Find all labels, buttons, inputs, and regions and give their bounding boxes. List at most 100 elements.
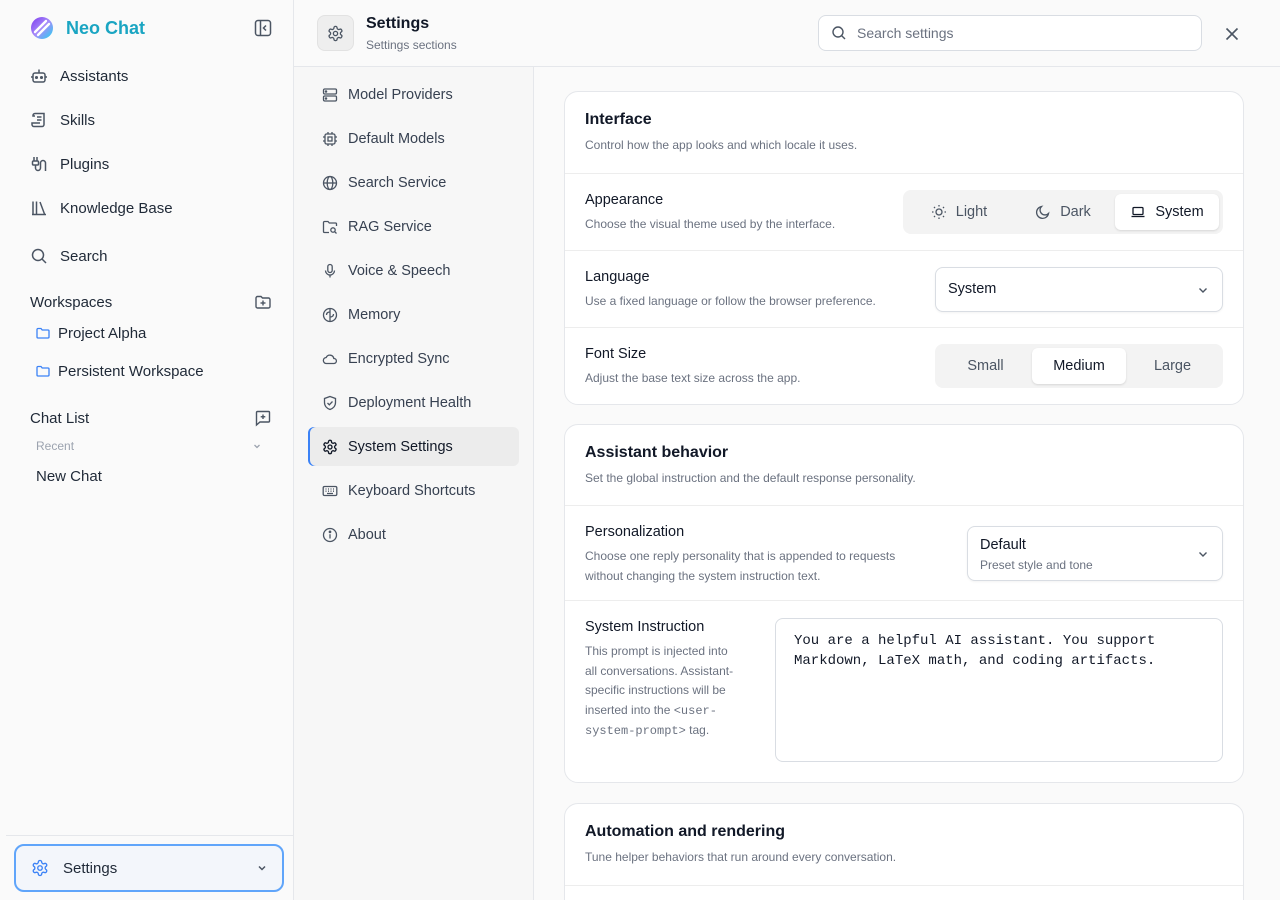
page-title: Settings (366, 15, 430, 32)
menu-item-label: Deployment Health (348, 394, 472, 411)
new-chat-button[interactable] (254, 409, 272, 427)
close-icon (1225, 27, 1239, 41)
settings-search-input[interactable] (857, 25, 1189, 41)
theme-segmented-control: Light Dark System (903, 190, 1223, 234)
chat-item[interactable]: New Chat (36, 468, 102, 485)
sidebar-item-skills[interactable]: Skills (30, 108, 270, 132)
font-size-option-large[interactable]: Large (1126, 348, 1219, 384)
menu-item-deployment-health[interactable]: Deployment Health (308, 383, 519, 422)
cpu-icon (322, 131, 338, 147)
gear-icon (31, 859, 49, 877)
personalization-select-subtitle: Preset style and tone (980, 558, 1093, 572)
appearance-row: Appearance Choose the visual theme used … (565, 173, 1243, 250)
menu-item-system-settings[interactable]: System Settings (308, 427, 519, 466)
font-size-option-label: Medium (1053, 358, 1105, 374)
theme-option-light[interactable]: Light (907, 194, 1011, 230)
panel-left-close-icon (254, 19, 272, 37)
menu-item-label: System Settings (348, 438, 453, 455)
server-icon (322, 87, 338, 103)
settings-header-icon (317, 15, 354, 51)
menu-item-label: About (348, 526, 386, 543)
menu-item-label: Encrypted Sync (348, 350, 450, 367)
library-icon (30, 199, 48, 217)
appearance-description: Choose the visual theme used by the inte… (585, 217, 836, 231)
desc-text: tag. (689, 723, 710, 737)
cloud-icon (322, 351, 338, 367)
recent-label: Recent (36, 439, 75, 453)
collapse-sidebar-button[interactable] (254, 19, 272, 37)
desc-code-tag: system-prompt> (585, 724, 686, 738)
laptop-icon (1130, 204, 1146, 220)
menu-item-label: Default Models (348, 130, 445, 147)
moon-icon (1035, 204, 1051, 220)
workspace-item[interactable]: Project Alpha (36, 322, 146, 344)
sidebar-item-assistants[interactable]: Assistants (30, 64, 270, 88)
folder-search-icon (322, 219, 338, 235)
assistant-behavior-card: Assistant behavior Set the global instru… (564, 424, 1244, 783)
settings-sections-menu: Model Providers Default Models Search Se… (294, 67, 534, 900)
appearance-label: Appearance (585, 192, 664, 208)
language-label: Language (585, 269, 650, 285)
search-icon (831, 25, 847, 41)
menu-item-label: Model Providers (348, 86, 453, 103)
menu-item-model-providers[interactable]: Model Providers (308, 75, 519, 114)
theme-option-label: System (1155, 204, 1204, 220)
language-row: Language Use a fixed language or follow … (565, 250, 1243, 327)
chevron-down-icon (1196, 283, 1210, 297)
font-size-option-medium[interactable]: Medium (1032, 348, 1126, 384)
gear-icon (327, 25, 344, 42)
sidebar-item-plugins[interactable]: Plugins (30, 152, 270, 176)
language-select[interactable]: System (935, 267, 1223, 312)
sidebar-item-label: Skills (60, 111, 96, 129)
system-instruction-label: System Instruction (585, 619, 705, 635)
menu-item-encrypted-sync[interactable]: Encrypted Sync (308, 339, 519, 378)
settings-menu-button[interactable]: Settings (14, 844, 284, 892)
sidebar-item-label: Assistants (60, 67, 129, 85)
personalization-description-line: Choose one reply personality that is app… (585, 549, 896, 563)
recent-group-toggle[interactable]: Recent (36, 438, 262, 454)
theme-option-dark[interactable]: Dark (1011, 194, 1115, 230)
folder-icon (36, 326, 50, 340)
sidebar-item-knowledge-base[interactable]: Knowledge Base (30, 196, 270, 220)
menu-item-label: Voice & Speech (348, 262, 451, 279)
desc-code-tag: <user- (673, 704, 717, 718)
menu-item-about[interactable]: About (308, 515, 519, 554)
settings-content: Interface Control how the app looks and … (534, 67, 1280, 900)
folder-plus-icon (255, 295, 271, 309)
menu-item-memory[interactable]: Memory (308, 295, 519, 334)
card-title: Interface (585, 111, 652, 128)
divider (6, 835, 294, 836)
font-size-option-small[interactable]: Small (939, 348, 1032, 384)
new-workspace-button[interactable] (254, 293, 272, 311)
workspace-item[interactable]: Persistent Workspace (36, 360, 204, 382)
theme-option-system[interactable]: System (1115, 194, 1219, 230)
font-size-option-label: Large (1153, 358, 1192, 374)
menu-item-search-service[interactable]: Search Service (308, 163, 519, 202)
system-instruction-textarea[interactable]: You are a helpful AI assistant. You supp… (775, 618, 1223, 762)
chevron-down-icon (1196, 547, 1210, 561)
font-size-option-label: Small (967, 358, 1004, 374)
gear-icon (322, 439, 338, 455)
menu-item-voice-speech[interactable]: Voice & Speech (308, 251, 519, 290)
system-instruction-description-line: all conversations. Assistant- (585, 664, 734, 678)
menu-item-keyboard-shortcuts[interactable]: Keyboard Shortcuts (308, 471, 519, 510)
globe-icon (322, 175, 338, 191)
font-size-description: Adjust the base text size across the app… (585, 371, 801, 385)
sidebar-item-label: Search (60, 247, 108, 265)
menu-item-label: Search Service (348, 174, 447, 191)
font-size-row: Font Size Adjust the base text size acro… (565, 327, 1243, 404)
close-settings-button[interactable] (1222, 24, 1242, 44)
menu-item-label: Keyboard Shortcuts (348, 482, 476, 499)
brain-icon (322, 307, 338, 323)
menu-item-label: RAG Service (348, 218, 432, 235)
menu-item-rag-service[interactable]: RAG Service (308, 207, 519, 246)
sidebar-item-search[interactable]: Search (30, 244, 270, 268)
automation-row (565, 885, 1243, 900)
system-instruction-description-line: This prompt is injected into (585, 644, 728, 658)
chevron-down-icon (256, 862, 268, 874)
workspace-label: Persistent Workspace (58, 362, 204, 380)
menu-item-default-models[interactable]: Default Models (308, 119, 519, 158)
personalization-select[interactable]: Default Preset style and tone (967, 526, 1223, 581)
font-size-label: Font Size (585, 346, 647, 362)
settings-header: Settings Settings sections (294, 0, 1280, 67)
